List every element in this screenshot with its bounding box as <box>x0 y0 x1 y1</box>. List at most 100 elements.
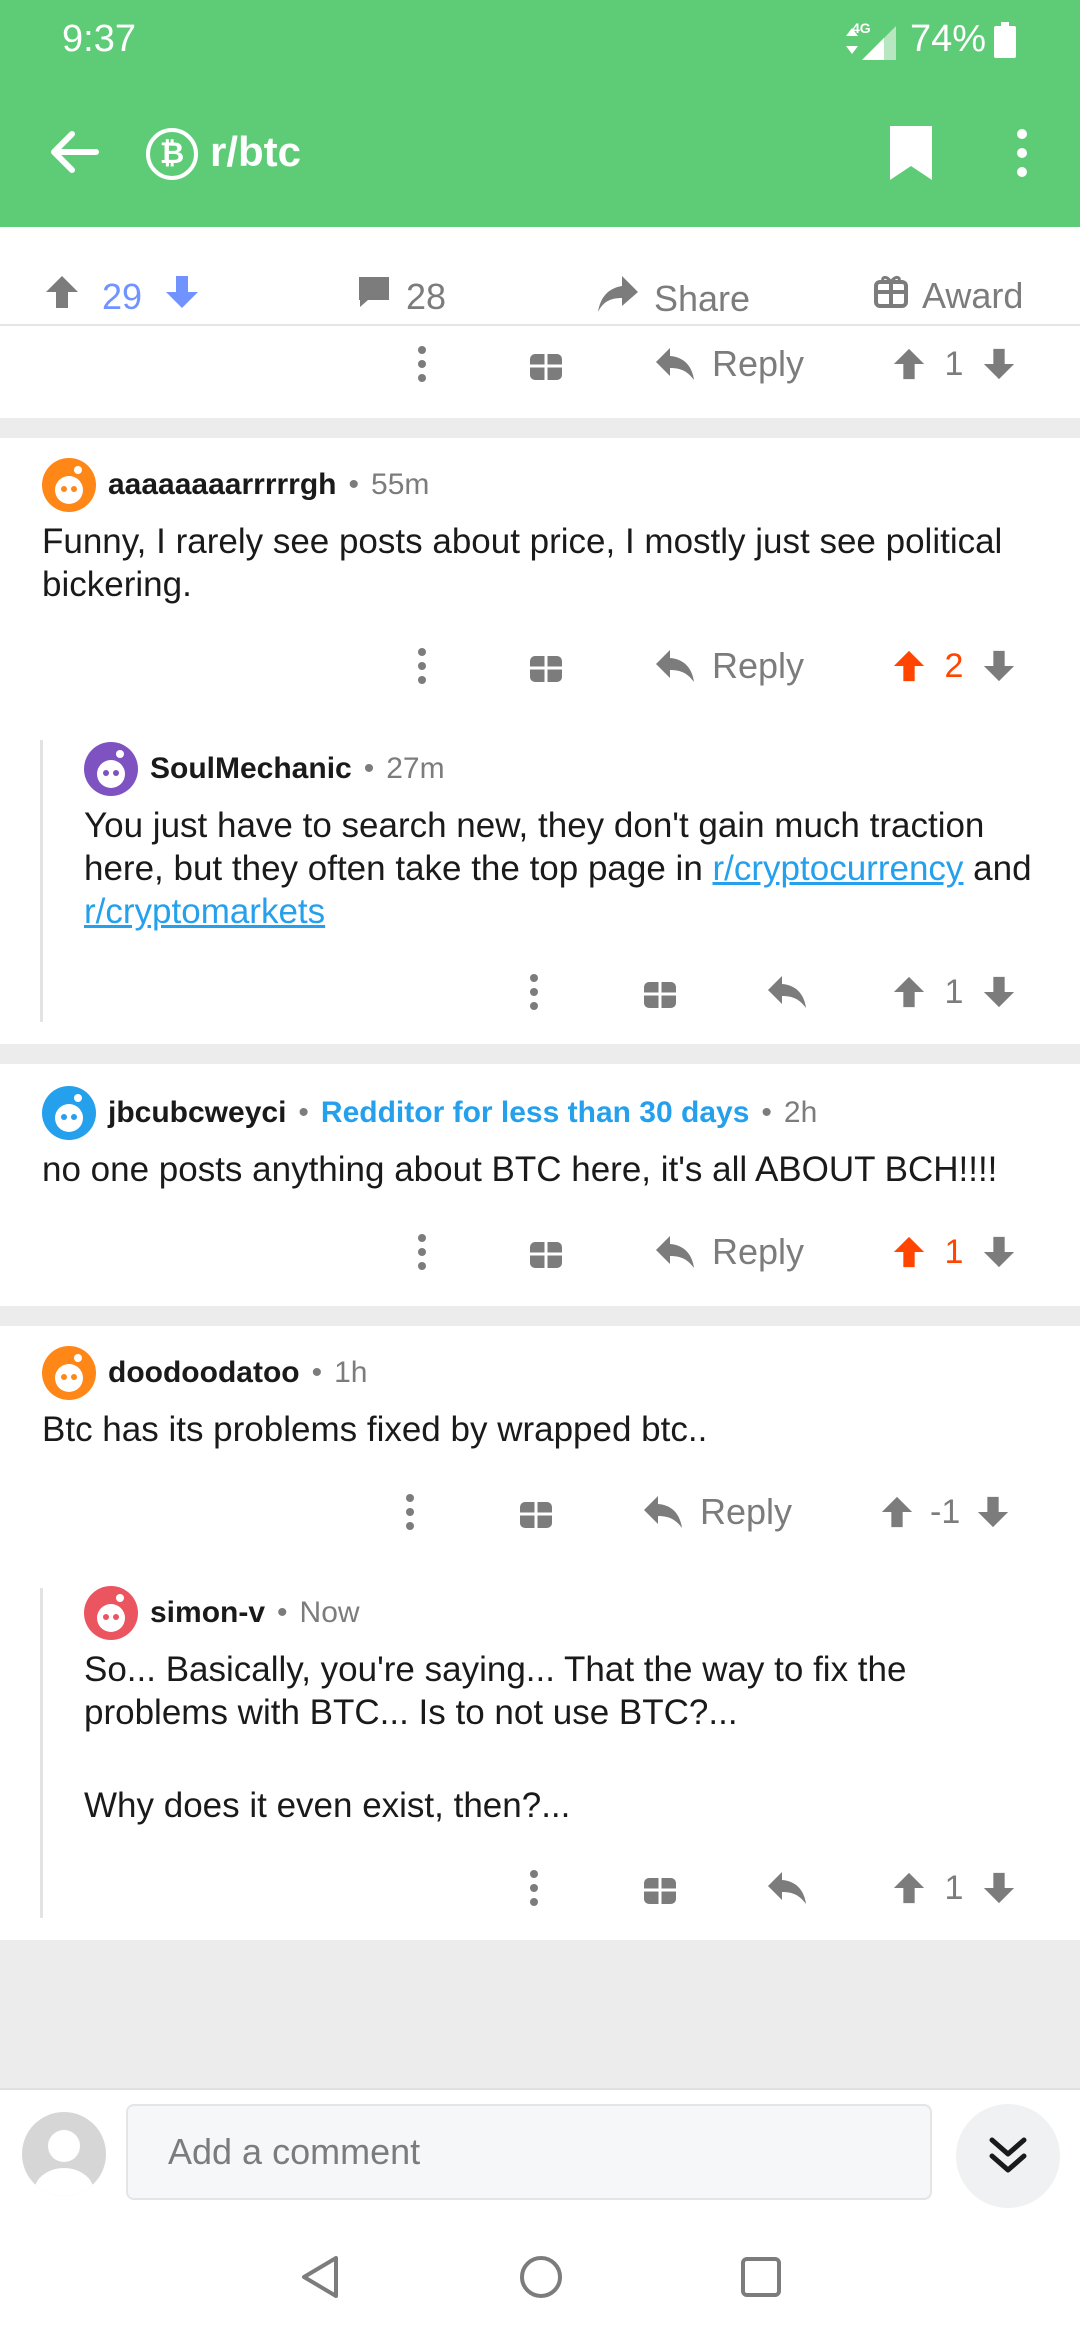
current-user-avatar[interactable] <box>22 2112 106 2196</box>
comment-count: 28 <box>406 275 447 317</box>
comment-more-icon[interactable] <box>400 1220 444 1284</box>
comment-time: Now <box>299 1596 360 1629</box>
comment-more-icon[interactable] <box>400 332 444 396</box>
gift-icon[interactable] <box>518 1480 554 1544</box>
comment-divider <box>0 418 1080 438</box>
downvote-icon[interactable] <box>982 649 1016 683</box>
dot-separator: • <box>363 752 375 785</box>
bitcoin-icon[interactable]: ₿ <box>146 128 198 180</box>
reply-label: Reply <box>700 1491 793 1532</box>
dot-separator: • <box>311 1356 323 1389</box>
share-button[interactable]: Share <box>596 274 750 323</box>
comment-body: Btc has its problems fixed by wrapped bt… <box>42 1410 708 1449</box>
reply-button[interactable]: Reply <box>654 1220 804 1284</box>
bookmark-icon[interactable] <box>886 122 936 184</box>
nav-recents-icon[interactable] <box>736 2252 786 2302</box>
downvote-icon[interactable] <box>982 975 1016 1009</box>
user-avatar[interactable] <box>42 458 96 512</box>
reply-button[interactable]: Reply <box>654 634 804 698</box>
gift-icon <box>874 274 908 317</box>
vote-group: 1 <box>892 1220 1016 1284</box>
comment-more-icon[interactable] <box>400 634 444 698</box>
vote-group: 2 <box>892 634 1016 698</box>
downvote-icon[interactable] <box>982 347 1016 381</box>
reply-label: Reply <box>712 1231 805 1272</box>
reply-button[interactable]: Reply <box>642 1480 792 1544</box>
dot-separator: • <box>277 1596 288 1629</box>
comment-body: no one posts anything about BTC here, it… <box>42 1150 998 1189</box>
vote-score: -1 <box>930 1492 961 1531</box>
post-vote-group: 29 <box>44 274 200 319</box>
comment-bubble-icon <box>356 274 392 319</box>
upvote-icon[interactable] <box>892 975 926 1009</box>
user-avatar[interactable] <box>42 1086 96 1140</box>
upvote-icon[interactable] <box>880 1495 914 1529</box>
vote-score: 1 <box>944 344 964 383</box>
comment-body-line-1: So... Basically, you're saying... That t… <box>84 1650 907 1732</box>
feed-end-spacer <box>0 1940 1080 2088</box>
battery-percent: 74% <box>910 18 987 60</box>
vote-score: 2 <box>944 646 964 685</box>
add-comment-input[interactable]: Add a comment <box>126 2104 932 2200</box>
comment-header: doodoodatoo • 1h <box>42 1346 368 1400</box>
reply-label: Reply <box>712 343 805 384</box>
gift-icon[interactable] <box>528 634 564 698</box>
nav-back-icon[interactable] <box>296 2252 346 2302</box>
award-button[interactable]: Award <box>874 274 1023 317</box>
comment-divider <box>0 1044 1080 1064</box>
upvote-icon[interactable] <box>892 1871 926 1905</box>
comment-more-icon[interactable] <box>512 960 556 1024</box>
comment-divider <box>0 1306 1080 1326</box>
comment-more-icon[interactable] <box>512 1856 556 1920</box>
upvote-icon[interactable] <box>44 274 80 319</box>
vote-score: 1 <box>944 1868 964 1907</box>
vote-group: 1 <box>892 1856 1016 1920</box>
comment-time: 27m <box>386 752 445 785</box>
gift-icon[interactable] <box>642 960 678 1024</box>
vote-group: 1 <box>892 960 1016 1024</box>
post-comments-button[interactable]: 28 <box>356 274 446 319</box>
comment-action-row: Reply 1 <box>0 1220 1080 1284</box>
share-label: Share <box>654 277 751 319</box>
comment-username[interactable]: SoulMechanic <box>150 752 352 786</box>
subreddit-link[interactable]: r/cryptomarkets <box>84 892 325 931</box>
gift-icon[interactable] <box>528 1220 564 1284</box>
reply-icon[interactable] <box>766 1856 808 1920</box>
subreddit-name[interactable]: r/btc <box>210 128 301 176</box>
double-chevron-down-icon <box>989 2137 1027 2173</box>
network-type: 4G <box>852 20 871 36</box>
vote-score: 1 <box>944 972 964 1011</box>
comment-header: SoulMechanic • 27m <box>84 742 445 796</box>
comment-username[interactable]: simon-v <box>150 1596 265 1630</box>
reply-button[interactable]: Reply <box>654 332 804 396</box>
downvote-icon[interactable] <box>976 1495 1010 1529</box>
upvote-icon[interactable] <box>892 1235 926 1269</box>
gift-icon[interactable] <box>642 1856 678 1920</box>
dot-separator: • <box>761 1096 772 1129</box>
gift-icon[interactable] <box>528 332 564 396</box>
comment-username[interactable]: doodoodatoo <box>108 1356 300 1390</box>
post-score: 29 <box>102 275 143 317</box>
comment-body: Funny, I rarely see posts about price, I… <box>42 522 1003 604</box>
status-bar: 9:37 4G 74% <box>0 0 1080 80</box>
downvote-icon[interactable] <box>164 274 200 319</box>
subreddit-link[interactable]: r/cryptocurrency <box>713 849 964 888</box>
nav-home-icon[interactable] <box>516 2252 566 2302</box>
collapse-threads-button[interactable] <box>956 2104 1060 2208</box>
user-avatar[interactable] <box>84 1586 138 1640</box>
comment-time: 2h <box>783 1096 818 1129</box>
more-options-icon[interactable] <box>1000 122 1044 184</box>
comment-body: You just have to search new, they don't … <box>84 804 1044 933</box>
comment-more-icon[interactable] <box>388 1480 432 1544</box>
downvote-icon[interactable] <box>982 1871 1016 1905</box>
reply-icon[interactable] <box>766 960 808 1024</box>
upvote-icon[interactable] <box>892 649 926 683</box>
user-avatar[interactable] <box>84 742 138 796</box>
downvote-icon[interactable] <box>982 1235 1016 1269</box>
comment-username[interactable]: jbcubcweyci <box>108 1096 286 1130</box>
comment-time: 55m <box>371 468 430 501</box>
upvote-icon[interactable] <box>892 347 926 381</box>
user-avatar[interactable] <box>42 1346 96 1400</box>
back-arrow-icon[interactable] <box>44 122 104 182</box>
comment-username[interactable]: aaaaaaaarrrrrgh <box>108 468 337 502</box>
